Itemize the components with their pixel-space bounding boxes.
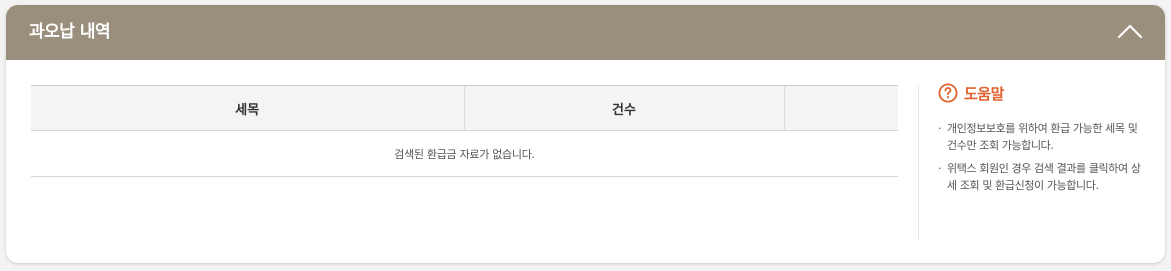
help-section: 도움말 · 개인정보보호를 위하여 환급 가능한 세목 및 건수만 조회 가능합… <box>938 82 1148 200</box>
column-header-tax-item: 세목 <box>31 85 464 131</box>
bullet: · <box>938 162 942 175</box>
refund-table-wrapper: 세목 건수 검색된 환급금 자료가 없습니다. <box>31 85 898 177</box>
table-row: 검색된 환급금 자료가 없습니다. <box>31 130 898 177</box>
column-header-empty <box>783 85 898 131</box>
section-divider <box>918 85 919 239</box>
chevron-up-icon[interactable] <box>1115 19 1145 45</box>
help-header: 도움말 <box>938 82 1148 104</box>
refund-table: 세목 건수 검색된 환급금 자료가 없습니다. <box>31 85 898 177</box>
help-item-text: 위택스 회원인 경우 검색 결과를 클릭하여 상세 조회 및 환급신청이 가능합… <box>947 162 1141 192</box>
help-list: · 개인정보보호를 위하여 환급 가능한 세목 및 건수만 조회 가능합니다. … <box>938 120 1148 194</box>
help-item: · 위택스 회원인 경우 검색 결과를 클릭하여 상세 조회 및 환급신청이 가… <box>938 160 1148 194</box>
empty-result-message: 검색된 환급금 자료가 없습니다. <box>31 130 898 177</box>
panel-title: 과오납 내역 <box>29 22 111 42</box>
help-item: · 개인정보보호를 위하여 환급 가능한 세목 및 건수만 조회 가능합니다. <box>938 120 1148 154</box>
bullet: · <box>938 122 942 135</box>
refund-history-panel: 과오납 내역 세목 건수 검색된 환급금 자료가 없습니다. 도움말 · 개인정… <box>6 5 1165 263</box>
table-header-row: 세목 건수 <box>31 85 898 131</box>
help-title: 도움말 <box>964 84 1004 103</box>
question-circle-icon <box>938 83 958 103</box>
column-header-count: 건수 <box>463 85 784 131</box>
help-item-text: 개인정보보호를 위하여 환급 가능한 세목 및 건수만 조회 가능합니다. <box>947 122 1138 152</box>
panel-header[interactable]: 과오납 내역 <box>6 5 1165 60</box>
